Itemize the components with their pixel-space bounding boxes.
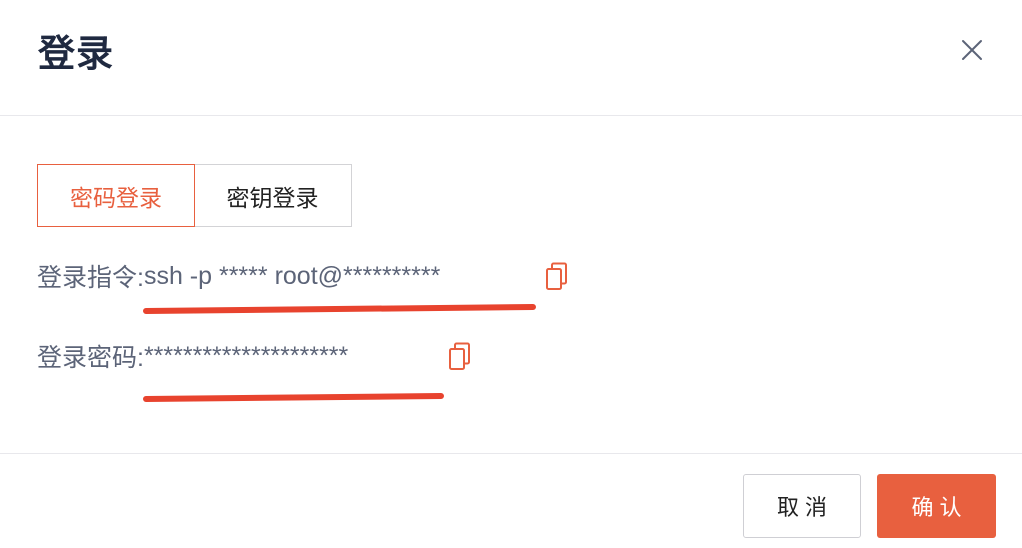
login-method-tabs: 密码登录 密钥登录 xyxy=(37,164,352,227)
confirm-button[interactable]: 确 认 xyxy=(877,474,996,538)
annotation-underline-command xyxy=(143,304,536,314)
annotation-underline-password xyxy=(143,393,444,402)
close-icon xyxy=(962,40,982,60)
login-password-row: 登录密码: ********************* xyxy=(37,339,348,373)
login-command-row: 登录指令: ssh -p ***** root@********** xyxy=(37,259,440,293)
copy-password-button[interactable] xyxy=(448,342,471,371)
header-divider xyxy=(0,115,1022,116)
tab-password-login[interactable]: 密码登录 xyxy=(37,164,195,227)
login-password-label: 登录密码: xyxy=(37,344,144,372)
copy-command-button[interactable] xyxy=(545,262,568,291)
login-command-value: ssh -p ***** root@********** xyxy=(143,261,441,290)
cancel-button[interactable]: 取 消 xyxy=(743,474,861,538)
copy-icon xyxy=(449,342,470,370)
login-password-value: ********************* xyxy=(143,341,349,370)
login-command-label: 登录指令: xyxy=(37,264,144,292)
close-button[interactable] xyxy=(960,38,984,62)
footer-divider xyxy=(0,453,1022,454)
dialog-title: 登录 xyxy=(38,33,114,74)
tab-key-login[interactable]: 密钥登录 xyxy=(193,164,352,227)
copy-icon xyxy=(546,262,567,290)
